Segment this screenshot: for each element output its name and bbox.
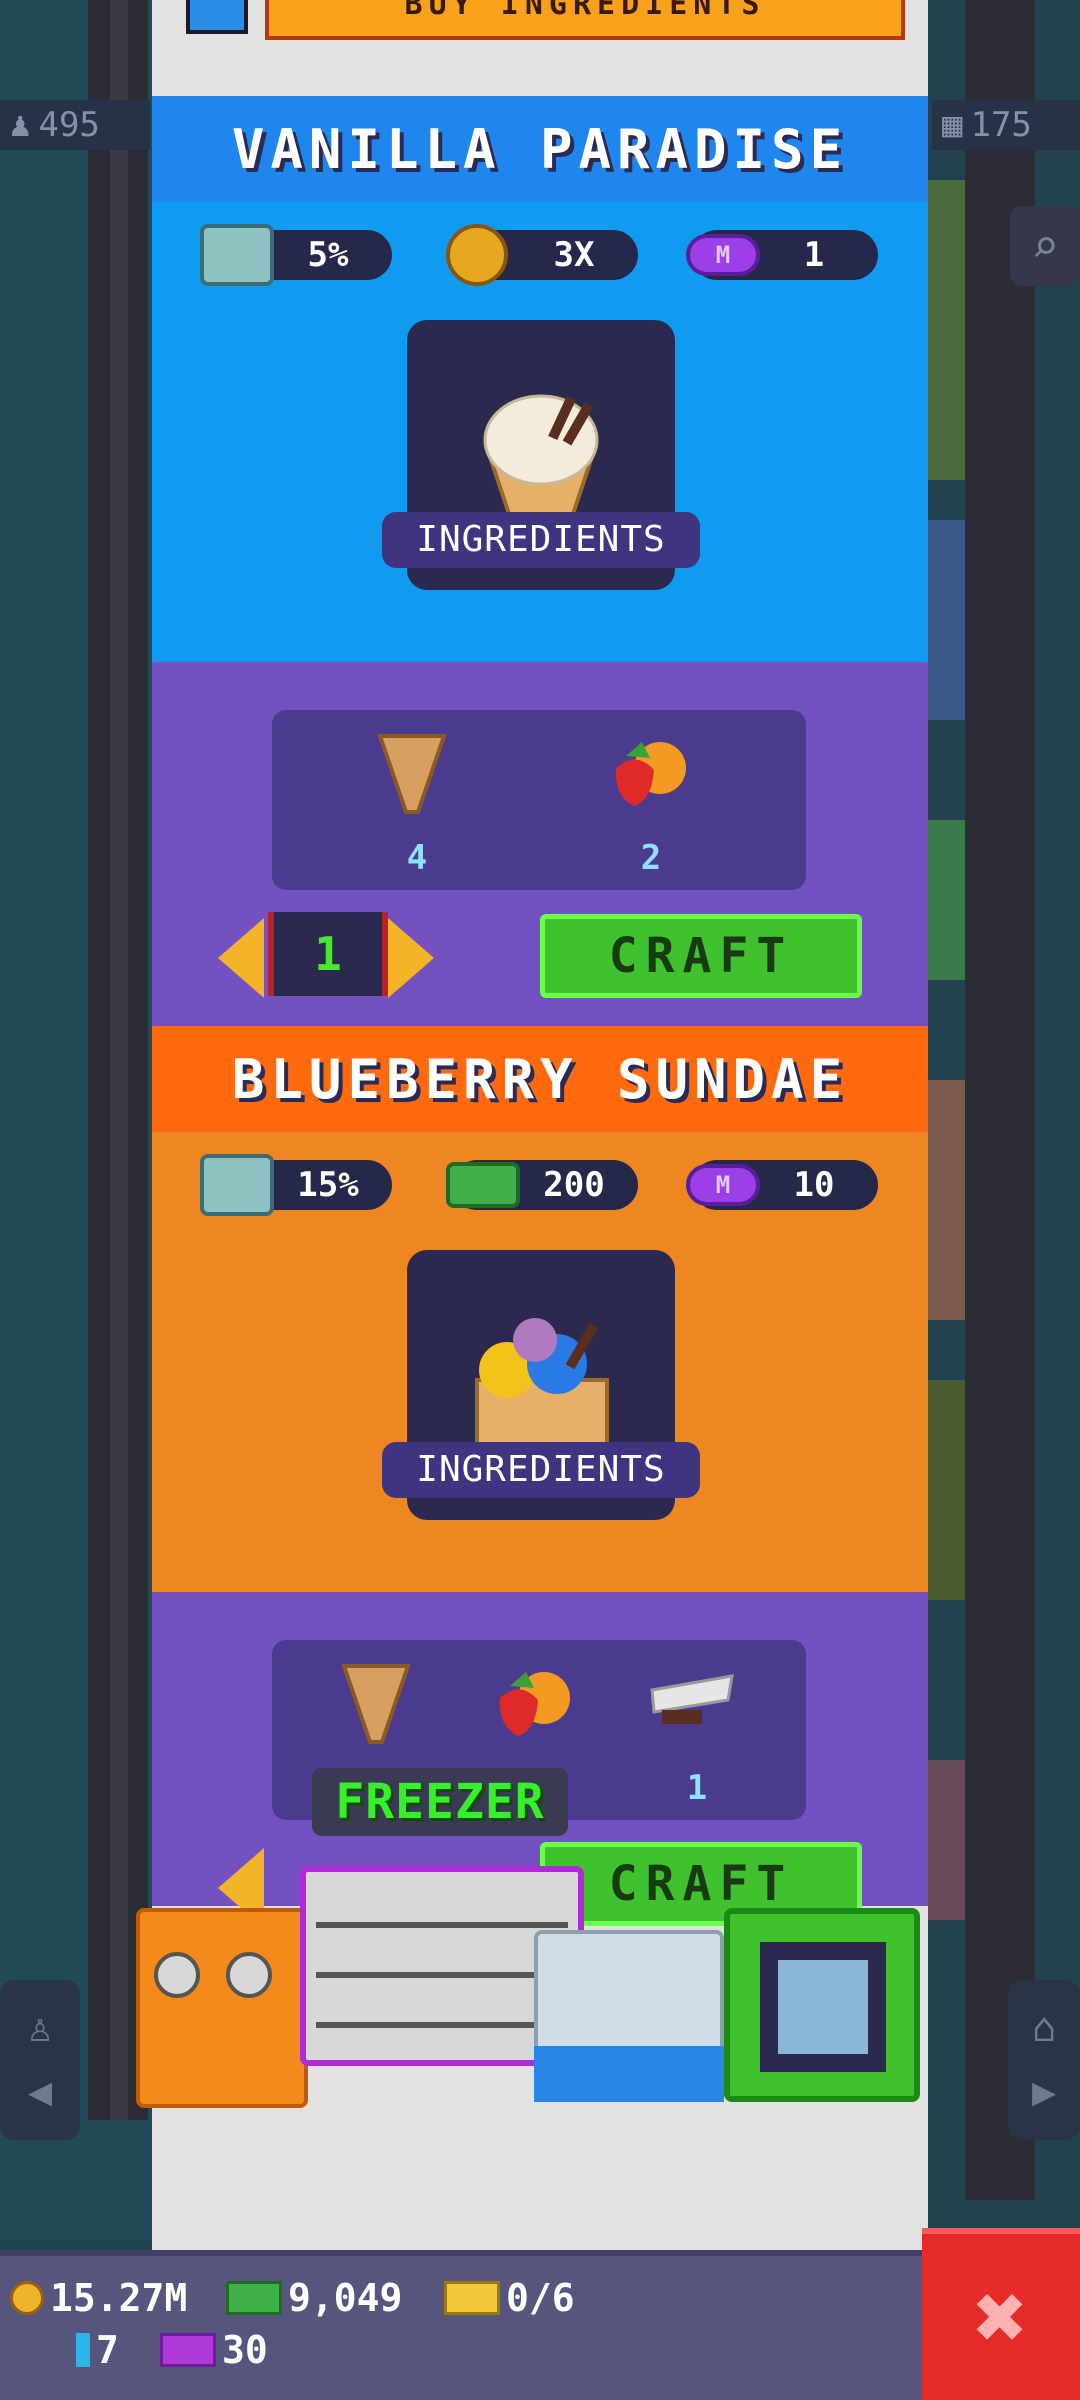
ingredient-chocolate: 1	[642, 1650, 752, 1810]
gem-icon: M	[686, 1164, 760, 1206]
recipe-stats: 5% 3X M 1	[152, 224, 928, 286]
quantity-stepper: 1	[218, 912, 434, 1002]
gems-counter: 30	[160, 2328, 268, 2372]
cone-icon	[341, 1664, 411, 1744]
station-ice-machine[interactable]	[724, 1908, 920, 2102]
home-icon: ⌂	[1031, 2005, 1057, 2051]
floor-level-badge: ▦ 175	[932, 100, 1080, 150]
craft-button[interactable]: CRAFT	[540, 914, 862, 998]
cash-counter: 9,049	[226, 2276, 402, 2320]
recipe-hero: 5% 3X M 1	[152, 202, 928, 662]
blue-items-counter: 7	[76, 2328, 119, 2372]
coin-icon	[446, 224, 508, 286]
quantity-value: 1	[268, 912, 388, 996]
zoom-button[interactable]: ⌕	[1010, 206, 1080, 286]
recipe-hero: 15% 200 M 10	[152, 1132, 928, 1592]
recipe-stats: 15% 200 M 10	[152, 1154, 928, 1216]
floor-population-value: 495	[38, 105, 100, 145]
stat-gem-chip: M 1	[686, 230, 878, 280]
info-tag	[186, 0, 248, 34]
cash-icon	[226, 2281, 282, 2315]
freezer-label: FREEZER	[312, 1768, 568, 1836]
fruit-icon	[499, 1672, 570, 1736]
ticket-icon	[444, 2281, 500, 2315]
floor-level-value: 175	[970, 105, 1032, 145]
ingredient-fruit: 2	[596, 720, 706, 880]
tower-left-background	[0, 0, 155, 2240]
recipe-card-vanilla-paradise: VANILLA PARADISE 5% 3X M 1 INGREDIENTS 4…	[152, 96, 928, 1026]
recipe-title: VANILLA PARADISE	[152, 96, 928, 202]
fruit-icon	[615, 742, 686, 806]
close-icon: ✖	[973, 2265, 1029, 2370]
recipe-title: BLUEBERRY SUNDAE	[152, 1026, 928, 1132]
close-button[interactable]: ✖	[922, 2228, 1080, 2400]
stat-cash-chip: 200	[446, 1160, 638, 1210]
stat-multiplier-chip: 3X	[446, 224, 638, 286]
floor-population-badge: ♟ 495	[0, 100, 150, 150]
ingredients-list: 4 2	[272, 710, 806, 890]
device-icon	[200, 1154, 274, 1216]
ingredient-cone: 4	[362, 720, 472, 880]
tickets-counter: 0/6	[444, 2276, 575, 2320]
tower-right-background	[925, 0, 1080, 2240]
ingredient-quantity: 1	[686, 1768, 708, 1808]
arrow-right-icon: ▶	[1031, 2069, 1057, 2115]
ice-block-icon	[760, 1942, 886, 2072]
station-display-case[interactable]	[534, 1930, 724, 2102]
stat-gem-chip: M 10	[686, 1160, 878, 1210]
ingredient-quantity: 4	[406, 838, 428, 878]
station-stove[interactable]	[136, 1908, 308, 2108]
ingredients-label: INGREDIENTS	[382, 512, 700, 568]
coin-icon	[10, 2281, 44, 2315]
people-icon: ♟	[10, 105, 31, 145]
arrow-left-icon: ◀	[27, 2069, 53, 2115]
chocolate-icon	[650, 1674, 734, 1724]
cone-icon	[377, 734, 447, 814]
building-icon: ▦	[942, 105, 963, 145]
gem-icon	[160, 2333, 216, 2367]
magnifier-icon: ⌕	[1031, 219, 1059, 273]
device-icon	[200, 224, 274, 286]
stat-progress-chip: 5%	[200, 224, 392, 286]
elevator-down-button[interactable]: ♙ ◀	[0, 1980, 80, 2140]
increase-arrow-icon[interactable]	[388, 918, 434, 998]
elevator-person-icon: ♙	[27, 2005, 53, 2051]
ingredient-quantity: 2	[640, 838, 662, 878]
buy-ingredients-button[interactable]: BUY INGREDIENTS	[265, 0, 905, 40]
stat-progress-chip: 15%	[200, 1154, 392, 1216]
resource-bar: 15.27M 9,049 0/6 7 30	[0, 2250, 930, 2400]
gem-icon: M	[686, 234, 760, 276]
knob-icon	[154, 1952, 200, 1998]
buy-ingredients-bar: BUY INGREDIENTS	[152, 0, 928, 96]
blue-bar-icon	[76, 2333, 90, 2367]
cash-icon	[446, 1162, 520, 1208]
decrease-arrow-icon[interactable]	[218, 918, 264, 998]
ingredients-label: INGREDIENTS	[382, 1442, 700, 1498]
lobby-button[interactable]: ⌂ ▶	[1008, 1980, 1080, 2140]
coins-counter: 15.27M	[10, 2276, 187, 2320]
knob-icon	[226, 1952, 272, 1998]
